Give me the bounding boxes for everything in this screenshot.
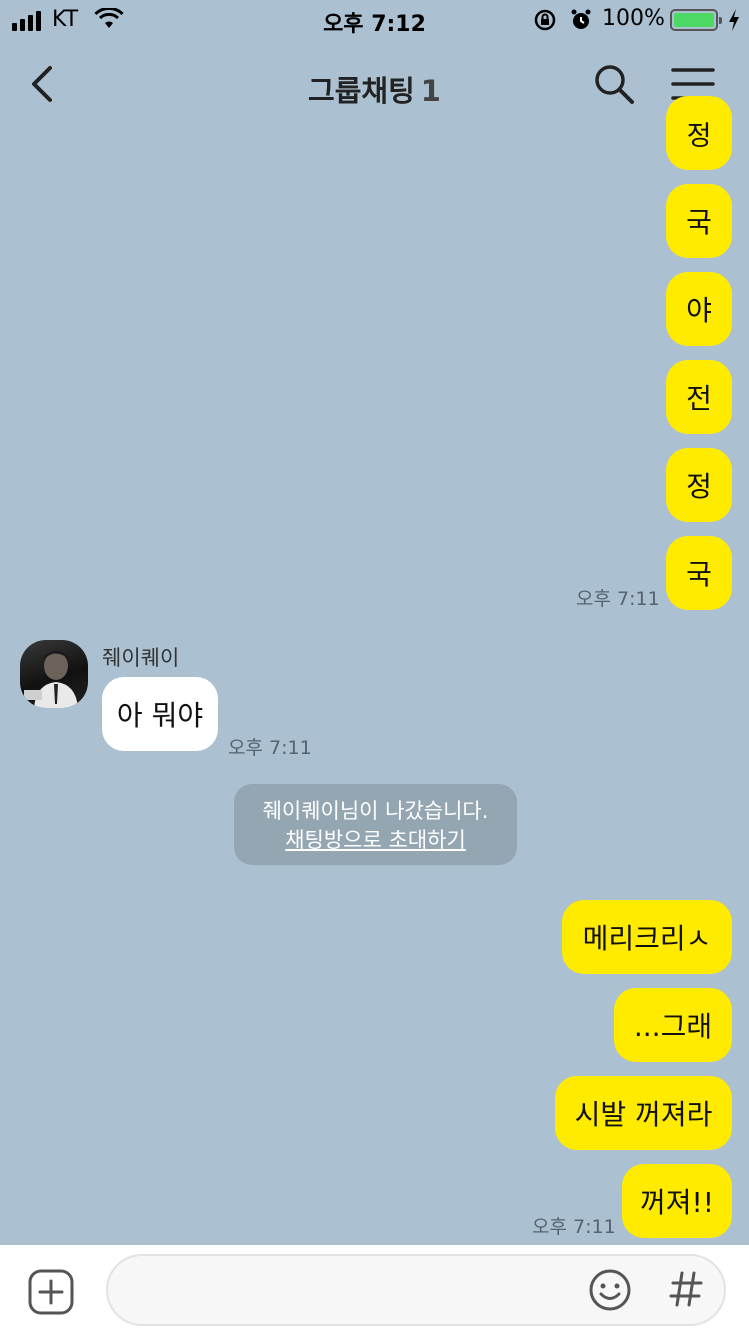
message-bubble[interactable]: 아 뭐야 bbox=[102, 677, 218, 751]
battery-icon bbox=[670, 9, 722, 31]
emoticon-button[interactable] bbox=[588, 1268, 632, 1312]
profile-photo-icon bbox=[24, 651, 78, 708]
attach-button[interactable] bbox=[28, 1269, 74, 1315]
search-icon bbox=[595, 65, 634, 104]
message-bubble[interactable]: 꺼져!! bbox=[622, 1164, 732, 1238]
chat-title: 그룹채팅 1 bbox=[0, 68, 749, 110]
avatar[interactable] bbox=[20, 640, 88, 708]
smiley-icon bbox=[589, 1269, 631, 1311]
chat-header: 그룹채팅 1 bbox=[0, 40, 749, 130]
message-bubble[interactable]: 국 bbox=[666, 184, 732, 258]
hashtag-button[interactable] bbox=[668, 1267, 704, 1311]
plus-icon bbox=[28, 1269, 74, 1315]
rotation-lock-icon bbox=[533, 8, 557, 38]
system-notice: 줴이퀘이님이 나갔습니다. 채팅방으로 초대하기 bbox=[234, 784, 517, 865]
charging-icon bbox=[727, 8, 741, 38]
message-input[interactable] bbox=[106, 1254, 726, 1326]
message-bubble[interactable]: 야 bbox=[666, 272, 732, 346]
message-bubble[interactable]: 메리크리ㅅ bbox=[562, 900, 732, 974]
sender-name: 줴이퀘이 bbox=[102, 646, 180, 670]
chat-title-text: 그룹채팅 bbox=[308, 74, 415, 108]
message-bubble[interactable]: 전 bbox=[666, 360, 732, 434]
notice-text: 줴이퀘이님이 나갔습니다. bbox=[262, 799, 489, 823]
message-bubble[interactable]: 시발 꺼져라 bbox=[555, 1076, 732, 1150]
status-bar: KT 오후 7:12 100% bbox=[0, 0, 749, 40]
message-time: 오후 7:11 bbox=[228, 737, 312, 759]
message-bubble[interactable]: 정 bbox=[666, 96, 732, 170]
message-time: 오후 7:11 bbox=[576, 588, 660, 610]
message-bubble[interactable]: 국 bbox=[666, 536, 732, 610]
message-time: 오후 7:11 bbox=[532, 1216, 616, 1238]
search-button[interactable] bbox=[592, 62, 636, 106]
alarm-icon bbox=[569, 8, 593, 38]
hashtag-icon bbox=[669, 1271, 703, 1307]
invite-link[interactable]: 채팅방으로 초대하기 bbox=[234, 826, 517, 855]
input-bar bbox=[0, 1245, 749, 1334]
message-bubble[interactable]: 정 bbox=[666, 448, 732, 522]
member-count: 1 bbox=[420, 74, 441, 108]
battery-percent: 100% bbox=[602, 6, 665, 31]
message-bubble[interactable]: ...그래 bbox=[614, 988, 732, 1062]
